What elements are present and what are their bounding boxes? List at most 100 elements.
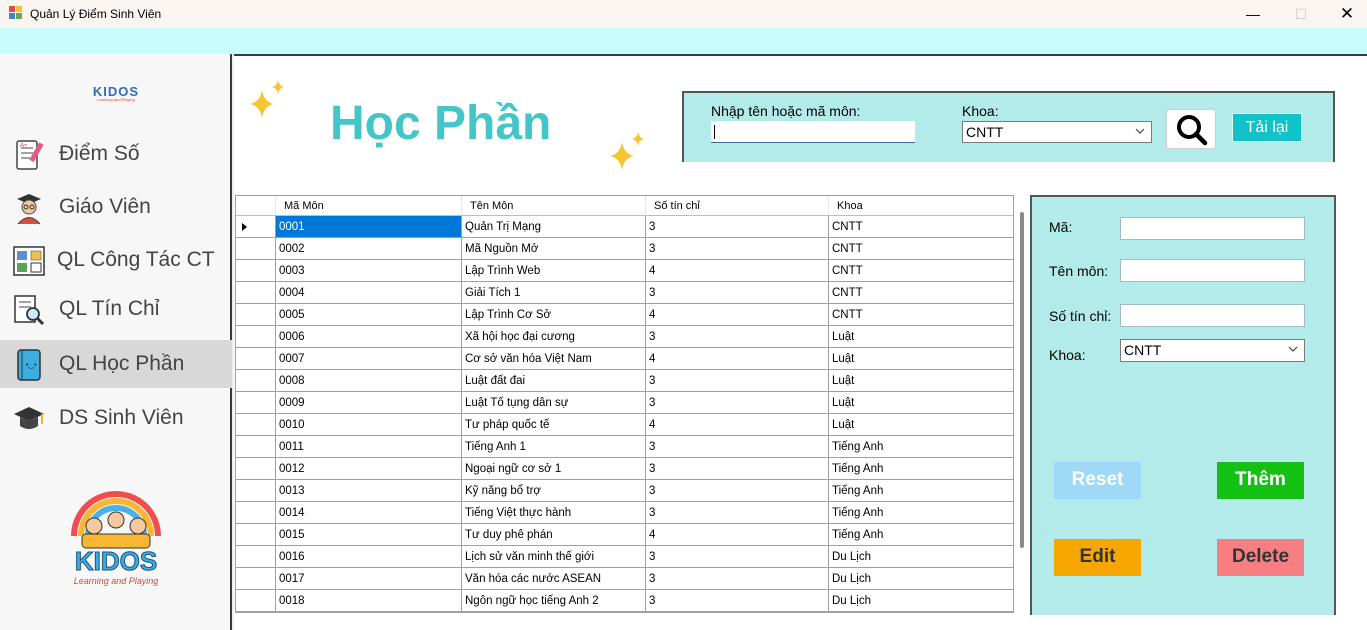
table-cell[interactable]: 0005 — [276, 304, 462, 326]
row-header[interactable] — [236, 304, 276, 326]
table-cell[interactable]: Tiếng Anh — [829, 480, 1013, 502]
table-cell[interactable]: Tiếng Anh — [829, 458, 1013, 480]
table-cell[interactable]: 3 — [646, 282, 829, 304]
table-row[interactable]: 0008 Luật đất đai 3 Luật — [236, 370, 1013, 392]
table-cell[interactable]: CNTT — [829, 238, 1013, 260]
row-header[interactable] — [236, 260, 276, 282]
table-cell[interactable]: Luật — [829, 326, 1013, 348]
row-header[interactable] — [236, 590, 276, 612]
search-button[interactable] — [1166, 109, 1216, 149]
add-button[interactable]: Thêm — [1217, 462, 1304, 499]
table-cell[interactable]: Ngôn ngữ học tiếng Anh 2 — [462, 590, 646, 612]
table-cell[interactable]: Xã hội học đại cương — [462, 326, 646, 348]
row-header[interactable] — [236, 524, 276, 546]
row-header[interactable] — [236, 436, 276, 458]
table-cell[interactable]: Tiếng Anh 1 — [462, 436, 646, 458]
table-cell[interactable]: Tiếng Anh — [829, 524, 1013, 546]
table-cell[interactable]: Ngoại ngữ cơ sở 1 — [462, 458, 646, 480]
sidebar-item-ql-tin-chi[interactable]: QL Tín Chỉ — [0, 285, 232, 333]
table-cell[interactable]: 0016 — [276, 546, 462, 568]
column-header-so-tin-chi[interactable]: Số tín chỉ — [646, 196, 829, 216]
row-header[interactable] — [236, 216, 276, 238]
table-cell[interactable]: Giải Tích 1 — [462, 282, 646, 304]
table-cell[interactable]: 0018 — [276, 590, 462, 612]
table-cell[interactable]: CNTT — [829, 304, 1013, 326]
table-cell[interactable]: 0001 — [276, 216, 462, 238]
table-cell[interactable]: 4 — [646, 304, 829, 326]
delete-button[interactable]: Delete — [1217, 539, 1304, 576]
table-cell[interactable]: 3 — [646, 546, 829, 568]
table-row[interactable]: 0009 Luật Tố tụng dân sự 3 Luật — [236, 392, 1013, 414]
table-cell[interactable]: Du Lịch — [829, 546, 1013, 568]
ten-mon-input[interactable] — [1120, 259, 1305, 282]
table-cell[interactable]: 0002 — [276, 238, 462, 260]
table-cell[interactable]: Lịch sử văn minh thế giới — [462, 546, 646, 568]
table-cell[interactable]: Mã Nguồn Mở — [462, 238, 646, 260]
table-row[interactable]: 0016 Lịch sử văn minh thế giới 3 Du Lịch — [236, 546, 1013, 568]
table-cell[interactable]: 0004 — [276, 282, 462, 304]
row-header[interactable] — [236, 502, 276, 524]
table-row[interactable]: 0005 Lập Trình Cơ Sở 4 CNTT — [236, 304, 1013, 326]
row-header[interactable] — [236, 392, 276, 414]
table-cell[interactable]: CNTT — [829, 260, 1013, 282]
table-row[interactable]: 0007 Cơ sở văn hóa Việt Nam 4 Luật — [236, 348, 1013, 370]
table-cell[interactable]: Du Lịch — [829, 590, 1013, 612]
table-cell[interactable]: Lập Trình Cơ Sở — [462, 304, 646, 326]
sidebar-item-diem-so[interactable]: A+ Điểm Số — [0, 130, 232, 178]
maximize-button[interactable]: ☐ — [1278, 0, 1324, 28]
row-header[interactable] — [236, 546, 276, 568]
minimize-button[interactable]: — — [1230, 0, 1276, 28]
table-cell[interactable]: CNTT — [829, 216, 1013, 238]
table-cell[interactable]: 0003 — [276, 260, 462, 282]
table-cell[interactable]: CNTT — [829, 282, 1013, 304]
table-cell[interactable]: Tiếng Việt thực hành — [462, 502, 646, 524]
table-row[interactable]: 0004 Giải Tích 1 3 CNTT — [236, 282, 1013, 304]
table-cell[interactable]: Luật — [829, 370, 1013, 392]
table-cell[interactable]: Tư pháp quốc tế — [462, 414, 646, 436]
row-header[interactable] — [236, 348, 276, 370]
table-cell[interactable]: 0007 — [276, 348, 462, 370]
khoa-select[interactable]: CNTT — [1120, 339, 1305, 362]
row-header[interactable] — [236, 414, 276, 436]
table-cell[interactable]: Tiếng Anh — [829, 436, 1013, 458]
column-header-khoa[interactable]: Khoa — [829, 196, 1013, 216]
table-cell[interactable]: 0015 — [276, 524, 462, 546]
table-cell[interactable]: Luật đất đai — [462, 370, 646, 392]
table-cell[interactable]: Quản Trị Mạng — [462, 216, 646, 238]
table-cell[interactable]: Tư duy phê phán — [462, 524, 646, 546]
table-row[interactable]: 0006 Xã hội học đại cương 3 Luật — [236, 326, 1013, 348]
row-header[interactable] — [236, 282, 276, 304]
table-cell[interactable]: 3 — [646, 326, 829, 348]
khoa-filter-select[interactable]: CNTT — [962, 121, 1152, 143]
table-row[interactable]: 0012 Ngoại ngữ cơ sở 1 3 Tiếng Anh — [236, 458, 1013, 480]
table-row[interactable]: 0017 Văn hóa các nước ASEAN 3 Du Lịch — [236, 568, 1013, 590]
row-header[interactable] — [236, 568, 276, 590]
table-row[interactable]: 0010 Tư pháp quốc tế 4 Luật — [236, 414, 1013, 436]
table-cell[interactable]: Luật — [829, 392, 1013, 414]
table-cell[interactable]: 0014 — [276, 502, 462, 524]
table-cell[interactable]: Tiếng Anh — [829, 502, 1013, 524]
table-cell[interactable]: 3 — [646, 436, 829, 458]
row-header[interactable] — [236, 458, 276, 480]
table-cell[interactable]: Văn hóa các nước ASEAN — [462, 568, 646, 590]
table-cell[interactable]: 4 — [646, 348, 829, 370]
row-header[interactable] — [236, 238, 276, 260]
table-cell[interactable]: 0008 — [276, 370, 462, 392]
so-tin-chi-input[interactable] — [1120, 304, 1305, 327]
table-cell[interactable]: 4 — [646, 414, 829, 436]
table-row[interactable]: 0001 Quản Trị Mạng 3 CNTT — [236, 216, 1013, 238]
table-cell[interactable]: Luật Tố tụng dân sự — [462, 392, 646, 414]
table-cell[interactable]: 0013 — [276, 480, 462, 502]
table-cell[interactable]: 4 — [646, 524, 829, 546]
row-header[interactable] — [236, 480, 276, 502]
table-row[interactable]: 0014 Tiếng Việt thực hành 3 Tiếng Anh — [236, 502, 1013, 524]
table-cell[interactable]: 3 — [646, 216, 829, 238]
table-scrollbar[interactable] — [1020, 212, 1024, 548]
table-cell[interactable]: 3 — [646, 502, 829, 524]
table-cell[interactable]: 3 — [646, 568, 829, 590]
edit-button[interactable]: Edit — [1054, 539, 1141, 576]
row-header[interactable] — [236, 370, 276, 392]
table-row[interactable]: 0015 Tư duy phê phán 4 Tiếng Anh — [236, 524, 1013, 546]
sidebar-item-ds-sinh-vien[interactable]: DS Sinh Viên — [0, 394, 232, 442]
reset-button[interactable]: Reset — [1054, 462, 1141, 499]
